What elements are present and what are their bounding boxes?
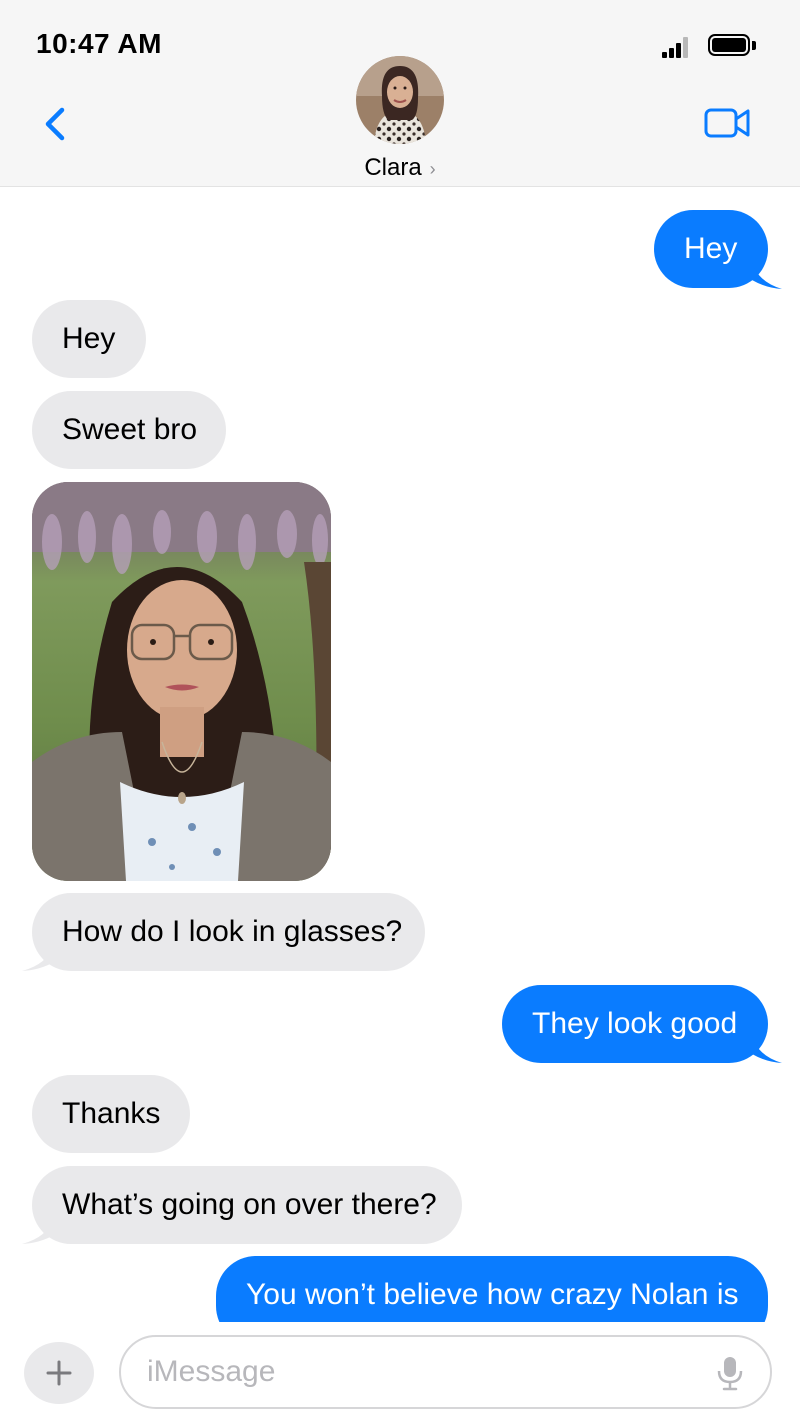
received-message-bubble[interactable]: What’s going on over there?	[32, 1166, 462, 1244]
contact-avatar[interactable]	[356, 56, 444, 144]
message-text: Hey	[684, 232, 738, 265]
contact-chevron-icon: ›	[429, 159, 436, 179]
bubble-tail	[22, 1217, 54, 1244]
message-text: They look good	[532, 1007, 738, 1040]
message-input-placeholder: iMessage	[147, 1355, 276, 1388]
received-message-bubble[interactable]: Sweet bro	[32, 391, 226, 469]
back-chevron-icon[interactable]	[38, 104, 74, 144]
message-text: Sweet bro	[62, 413, 198, 446]
bubble-tail	[22, 944, 54, 971]
microphone-icon[interactable]	[715, 1355, 745, 1391]
battery-icon	[708, 34, 756, 58]
bubble-tail	[752, 262, 782, 289]
plus-icon[interactable]	[24, 1342, 94, 1404]
sent-message-bubble[interactable]: Hey	[654, 210, 768, 288]
signal-icon	[660, 34, 692, 58]
sent-message-bubble[interactable]: They look good	[502, 985, 768, 1063]
message-text: Hey	[62, 322, 116, 355]
received-message-bubble[interactable]: Thanks	[32, 1075, 190, 1153]
message-input[interactable]: iMessage	[119, 1335, 772, 1409]
message-text: What’s going on over there?	[62, 1188, 437, 1221]
received-message-bubble[interactable]: How do I look in glasses?	[32, 893, 425, 971]
message-text: Thanks	[62, 1097, 161, 1130]
contact-name-label: Clara	[364, 154, 422, 181]
contact-name[interactable]: Clara ›	[0, 154, 800, 182]
bubble-tail	[752, 1036, 782, 1063]
message-text: How do I look in glasses?	[62, 915, 403, 948]
received-photo[interactable]	[32, 482, 331, 881]
video-camera-icon[interactable]	[704, 106, 752, 140]
status-time: 10:47 AM	[36, 28, 162, 59]
message-text: You won’t believe how crazy Nolan is	[246, 1278, 739, 1311]
received-message-bubble[interactable]: Hey	[32, 300, 146, 378]
conversation-header: 10:47 AM Clara ›	[0, 0, 800, 187]
